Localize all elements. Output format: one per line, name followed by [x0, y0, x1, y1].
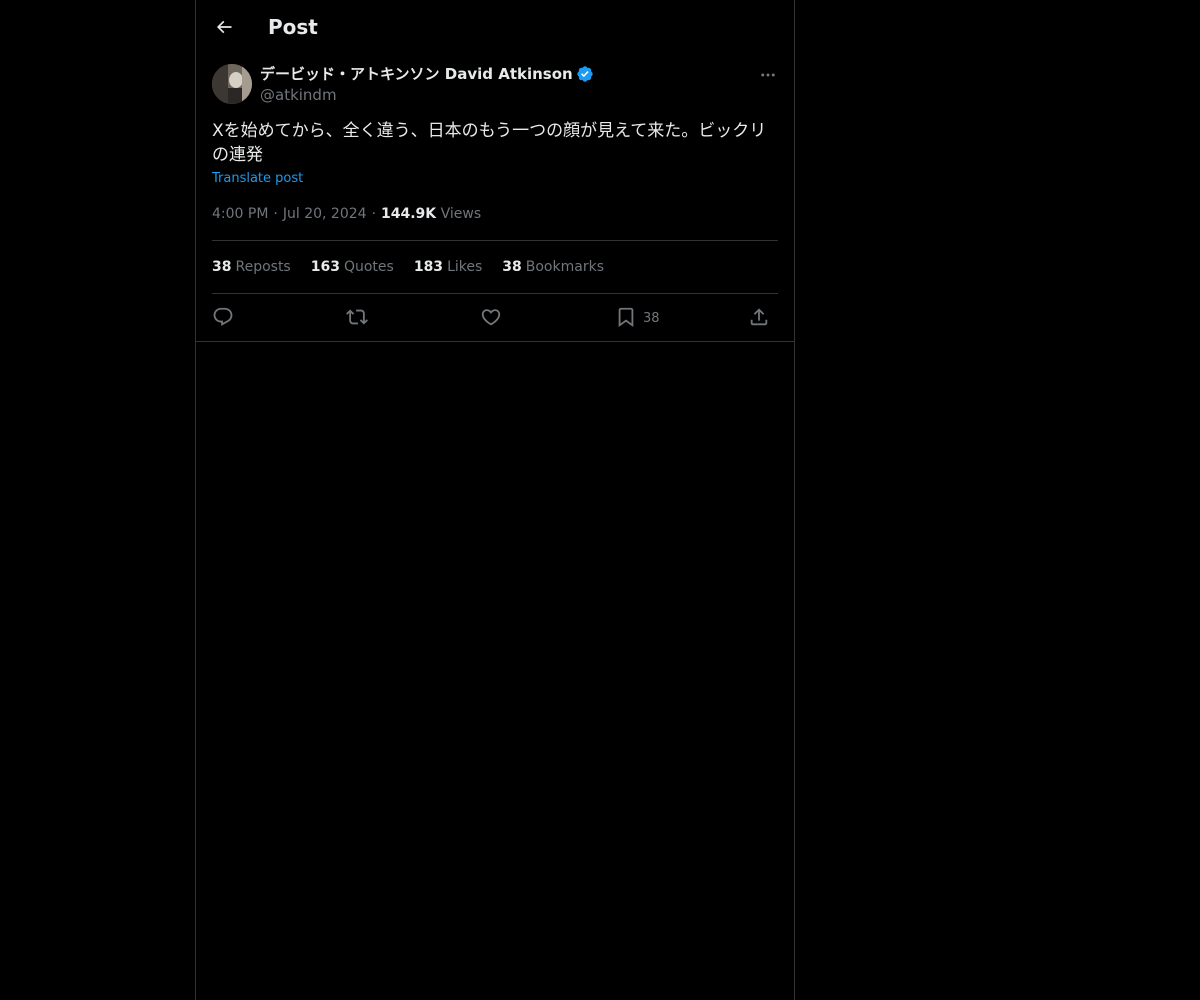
- bookmarks-label: Bookmarks: [525, 259, 604, 275]
- post-time[interactable]: 4:00 PM: [212, 206, 268, 222]
- likes-count: 183: [413, 259, 444, 275]
- reposts-count: 38: [212, 259, 232, 275]
- post-text: Xを始めてから、全く違う、日本のもう一つの顔が見えて来た。ビックリの連発: [212, 121, 767, 165]
- back-arrow-icon: [216, 20, 232, 34]
- quotes-count: 163: [310, 259, 340, 275]
- post-metadata: 4:00 PM · Jul 20, 2024 · 144.9K Views: [212, 204, 481, 224]
- top-bar: Post: [196, 0, 794, 54]
- page-title: Post: [268, 15, 318, 39]
- bookmarks-count: 38: [502, 259, 522, 275]
- repost-icon: [346, 309, 368, 325]
- share-button[interactable]: [748, 305, 770, 329]
- bookmark-count: 38: [643, 310, 660, 326]
- post-detail-column: Post デービッド・アトキンソン David Atkinson @atkind…: [195, 0, 795, 1000]
- more-dots-icon: [761, 73, 775, 77]
- meta-separator: ·: [273, 206, 278, 222]
- reply-icon: [213, 307, 233, 326]
- bookmark-icon: [618, 307, 634, 328]
- repost-button[interactable]: [346, 305, 368, 329]
- bookmarks-stat[interactable]: 38 Bookmarks: [502, 257, 604, 277]
- divider: [212, 240, 778, 241]
- engagement-stats: 38 Reposts 163 Quotes 183 Likes 38 Bookmarks: [212, 257, 624, 277]
- author-name[interactable]: デービッド・アトキンソン David Atkinson: [260, 63, 594, 85]
- avatar[interactable]: [212, 64, 252, 104]
- author-name-text: デービッド・アトキンソン David Atkinson: [260, 65, 573, 83]
- divider: [212, 293, 778, 294]
- post-date[interactable]: Jul 20, 2024: [283, 206, 367, 222]
- meta-separator: ·: [371, 206, 377, 222]
- like-button[interactable]: [480, 305, 502, 329]
- bookmark-button[interactable]: 38: [615, 305, 660, 329]
- translate-post-link[interactable]: Translate post: [212, 170, 303, 188]
- reply-button[interactable]: [212, 305, 234, 329]
- quotes-label: Quotes: [343, 259, 394, 275]
- views-count: 144.9K: [381, 206, 437, 222]
- author-handle[interactable]: @atkindm: [260, 85, 337, 105]
- likes-label: Likes: [447, 259, 483, 275]
- more-options-button[interactable]: [756, 66, 780, 84]
- avatar-image: [212, 64, 252, 104]
- action-bar: 38: [212, 302, 778, 332]
- share-icon: [750, 308, 768, 326]
- heart-icon: [481, 309, 501, 326]
- quotes-stat[interactable]: 163 Quotes: [311, 257, 394, 277]
- verified-badge-icon: [577, 66, 593, 82]
- post-bottom-border: [196, 341, 794, 342]
- back-button[interactable]: [208, 11, 240, 43]
- reposts-label: Reposts: [235, 259, 291, 275]
- reposts-stat[interactable]: 38 Reposts: [212, 257, 291, 277]
- likes-stat[interactable]: 183 Likes: [414, 257, 482, 277]
- views-label: Views: [440, 206, 482, 222]
